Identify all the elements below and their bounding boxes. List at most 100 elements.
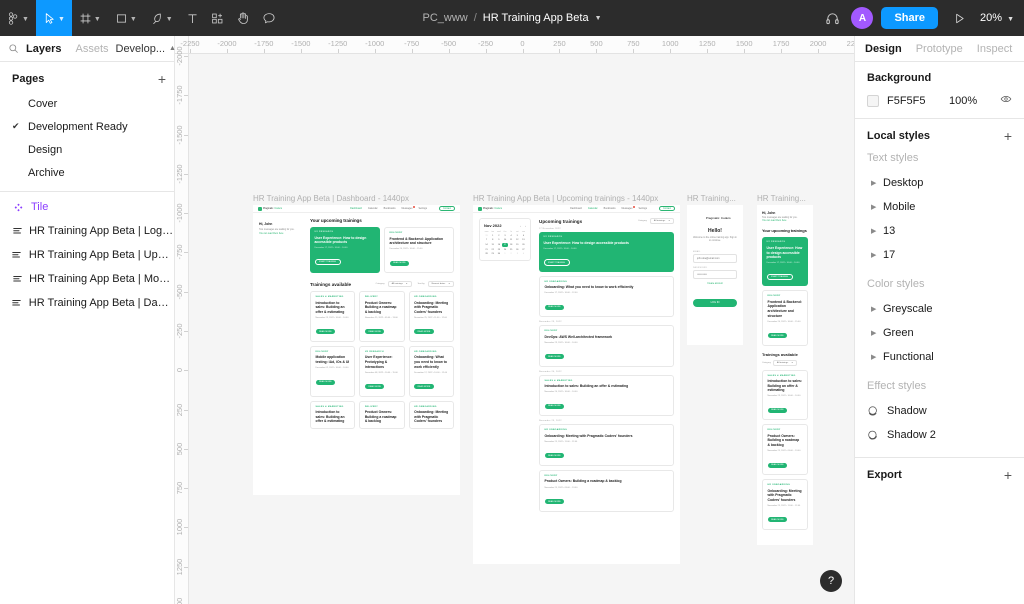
calendar-day[interactable]: 30	[496, 252, 501, 256]
agenda-item[interactable]: HR ONBOARDING Onboarding: What you need …	[539, 276, 674, 318]
page-item-development-ready[interactable]: ✔ Development Ready	[0, 115, 174, 138]
comment-tool-button[interactable]	[256, 0, 282, 36]
agenda-item[interactable]: SALES & MARKETING Introduction to sales:…	[539, 375, 674, 417]
add-export-button[interactable]: +	[1004, 468, 1012, 482]
prev-month-button[interactable]: ‹	[520, 224, 521, 228]
calendar-day[interactable]: 16	[496, 243, 501, 247]
read-more-button[interactable]: READ MORE	[365, 384, 385, 389]
tab-design[interactable]: Design	[865, 43, 902, 55]
agenda-item[interactable]: DELIVERY Product Owners: Building a road…	[539, 470, 674, 512]
frame-tool-button[interactable]: ▼	[72, 0, 108, 36]
read-more-button[interactable]: READ MORE	[768, 333, 788, 338]
nav-link-calendar[interactable]: Calendar	[368, 207, 378, 210]
create-account-link[interactable]: Create account	[693, 283, 737, 285]
nav-link-bookmarks[interactable]: Bookmarks	[604, 207, 616, 210]
calendar-day[interactable]: 20	[521, 243, 526, 247]
background-opacity[interactable]: 100%	[949, 95, 997, 107]
calendar-day[interactable]: 1	[490, 234, 495, 238]
calendar-day[interactable]: 19	[515, 243, 520, 247]
move-tool-button[interactable]: ▼	[36, 0, 72, 36]
filter-category-select[interactable]: All trainings ▼	[388, 281, 412, 287]
audio-call-button[interactable]	[817, 0, 847, 36]
tab-prototype[interactable]: Prototype	[916, 43, 963, 55]
layer-item-tile[interactable]: Tile	[0, 195, 174, 219]
read-more-button[interactable]: READ MORE	[316, 329, 336, 334]
layer-item-dashboard[interactable]: HR Training App Beta | Dashboard...	[0, 291, 174, 315]
secondary-training-card[interactable]: DELIVERY Frontend & Backend: Application…	[384, 227, 454, 273]
style-row-17[interactable]: ▶ 17	[867, 243, 1012, 267]
layer-item-upcoming[interactable]: HR Training App Beta | Upcoming ...	[0, 243, 174, 267]
style-row-green[interactable]: ▶ Green	[867, 321, 1012, 345]
page-item-archive[interactable]: Archive	[0, 161, 174, 184]
pen-tool-button[interactable]: ▼	[144, 0, 180, 36]
agenda-item[interactable]: HR ONBOARDING Onboarding: Meeting with P…	[539, 424, 674, 466]
greeting-link[interactable]: You can read them here	[259, 233, 303, 235]
color-swatch[interactable]	[867, 95, 879, 107]
calendar-day[interactable]: 2	[509, 252, 514, 256]
nav-contact-button[interactable]: Contact	[439, 206, 455, 212]
style-row-mobile[interactable]: ▶ Mobile	[867, 195, 1012, 219]
calendar-day[interactable]: 31	[484, 234, 489, 238]
next-month-button[interactable]: ›	[525, 224, 526, 228]
nav-link-messages[interactable]: Messages	[622, 207, 633, 210]
nav-link-calendar[interactable]: Calendar	[588, 207, 598, 210]
featured-training-card[interactable]: UX RESEARCH User Experience: How to desi…	[762, 237, 808, 286]
read-more-button[interactable]: READ MORE	[390, 261, 410, 266]
password-field[interactable]: ••••••••••••	[693, 270, 737, 279]
nav-contact-button[interactable]: Contact	[659, 206, 675, 212]
nav-link-dashboard[interactable]: Dashboard	[570, 207, 582, 210]
style-row-13[interactable]: ▶ 13	[867, 219, 1012, 243]
start-training-button[interactable]: START TRAINING	[315, 259, 341, 265]
training-card[interactable]: HR ONBOARDING Onboarding: Meeting with P…	[409, 291, 454, 342]
read-more-button[interactable]: READ MORE	[414, 329, 434, 334]
style-row-shadow[interactable]: Shadow	[867, 399, 1012, 423]
calendar-day[interactable]: 11	[509, 239, 514, 243]
share-button[interactable]: Share	[881, 7, 938, 29]
read-more-button[interactable]: READ MORE	[316, 380, 336, 385]
training-card[interactable]: SALES & MARKETING Introduction to sales:…	[762, 370, 808, 421]
calendar-day[interactable]: 4	[509, 234, 514, 238]
visibility-toggle-button[interactable]	[1000, 93, 1012, 108]
components-tool-button[interactable]	[205, 0, 230, 36]
hand-tool-button[interactable]	[230, 0, 256, 36]
figma-menu-button[interactable]: ▼	[0, 0, 36, 36]
read-more-button[interactable]: READ MORE	[365, 329, 385, 334]
nav-link-settings[interactable]: Settings	[638, 207, 647, 210]
canvas-board[interactable]: HR Training App Beta | Dashboard - 1440p…	[189, 54, 854, 604]
login-submit-button[interactable]: LOG IN	[693, 299, 737, 307]
frame-login[interactable]: Pragmatic Coders Hello! Welcome to the o…	[687, 205, 743, 345]
upcoming-filter-select[interactable]: All trainings ▼	[650, 218, 674, 224]
background-hex[interactable]: F5F5F5	[887, 95, 949, 107]
training-card[interactable]: HR ONBOARDING Onboarding: Meeting with P…	[762, 479, 808, 530]
layer-item-mobile[interactable]: HR Training App Beta | Mobile - 3...	[0, 267, 174, 291]
calendar-day[interactable]: 22	[490, 248, 495, 252]
training-card[interactable]: DELIVERY Mobile application testing: iAd…	[310, 346, 355, 397]
calendar-day[interactable]: 15	[490, 243, 495, 247]
agenda-item-featured[interactable]: UX RESEARCH User Experience: How to desi…	[539, 232, 674, 272]
start-training-button[interactable]: START TRAINING	[767, 274, 793, 280]
calendar-day[interactable]: 26	[515, 248, 520, 252]
training-card[interactable]: SALES & MARKETING Introduction to sales:…	[310, 401, 355, 429]
read-more-button[interactable]: READ MORE	[545, 499, 565, 504]
calendar-day[interactable]: 27	[521, 248, 526, 252]
avatar[interactable]: A	[851, 7, 873, 29]
present-button[interactable]	[944, 0, 974, 36]
secondary-training-card[interactable]: DELIVERY Frontend & Backend: Application…	[762, 290, 808, 345]
tab-assets[interactable]: Assets	[68, 43, 115, 55]
training-card[interactable]: UX RESEARCH User Experience: Prototyping…	[359, 346, 404, 397]
zoom-control[interactable]: 20% ▼	[980, 12, 1014, 24]
filter-sort-select[interactable]: Nearest dates ▼	[428, 281, 454, 287]
greeting-link[interactable]: You can read them here	[762, 220, 808, 222]
calendar-day[interactable]: 4	[521, 252, 526, 256]
calendar-day[interactable]: 12	[515, 239, 520, 243]
page-item-design[interactable]: Design	[0, 138, 174, 161]
calendar-day[interactable]: 8	[490, 239, 495, 243]
training-card[interactable]: SALES & MARKETING Introduction to sales:…	[310, 291, 355, 342]
calendar-day[interactable]: 25	[509, 248, 514, 252]
start-training-button[interactable]: START TRAINING	[544, 259, 570, 265]
add-page-button[interactable]: +	[158, 72, 166, 86]
training-card[interactable]: DELIVERY Product Owners: Building a road…	[359, 401, 404, 429]
frame-label-dashboard[interactable]: HR Training App Beta | Dashboard - 1440p…	[253, 194, 459, 203]
calendar-day[interactable]: 17	[502, 243, 507, 247]
calendar-day[interactable]: 9	[496, 239, 501, 243]
